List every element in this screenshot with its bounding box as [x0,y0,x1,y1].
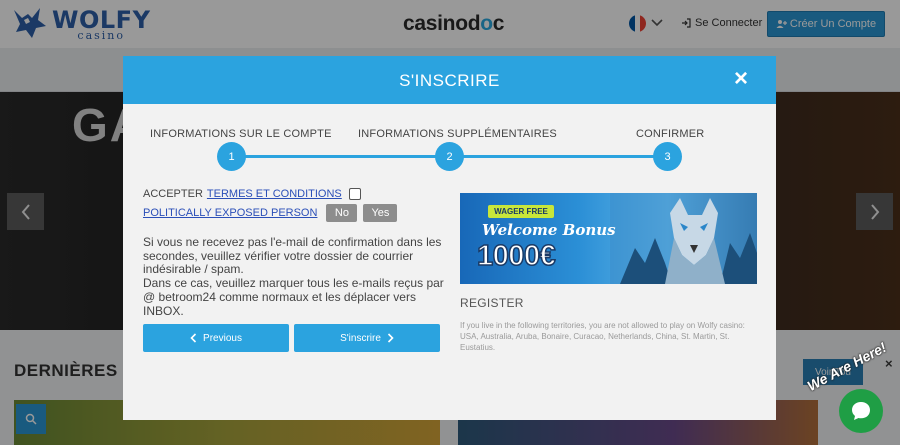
chevron-right-icon [387,333,394,343]
pep-no-button[interactable]: No [326,204,358,222]
pep-row: POLITICALLY EXPOSED PERSON No Yes [143,204,398,222]
pep-link[interactable]: POLITICALLY EXPOSED PERSON [143,207,317,219]
territory-restriction-text: If you live in the following territories… [460,321,745,352]
wager-free-badge: WAGER FREE [488,205,554,218]
chat-button[interactable] [839,389,883,433]
info-text-2: Dans ce cas, veuillez marquer tous les e… [143,276,444,318]
step-circle-2: 2 [435,142,464,171]
signup-modal: S'INSCRIRE × INFORMATIONS SUR LE COMPTE … [123,56,776,420]
terms-checkbox[interactable] [348,188,361,200]
terms-link[interactable]: TERMES ET CONDITIONS [207,188,342,200]
step-label-1: INFORMATIONS SUR LE COMPTE [150,128,332,140]
close-widget-icon[interactable]: × [885,356,893,371]
chevron-left-icon [190,333,197,343]
signup-button[interactable]: S'inscrire [294,324,440,352]
modal-title: S'INSCRIRE [399,71,500,90]
wolf-illustration [610,193,757,284]
register-heading: REGISTER [460,296,524,310]
previous-label: Previous [203,332,242,344]
terms-row: ACCEPTER TERMES ET CONDITIONS [143,188,361,200]
step-label-3: CONFIRMER [636,128,705,140]
pep-yes-button[interactable]: Yes [363,204,398,222]
chat-bubble-icon [852,402,870,420]
signup-label: S'inscrire [340,332,381,344]
step-circle-1: 1 [217,142,246,171]
step-label-2: INFORMATIONS SUPPLÉMENTAIRES [358,128,557,140]
info-text-1: Si vous ne recevez pas l'e-mail de confi… [143,235,442,277]
close-icon[interactable]: × [734,67,748,91]
step-circle-3: 3 [653,142,682,171]
confirmation-info: Si vous ne recevez pas l'e-mail de confi… [143,235,445,318]
welcome-bonus-label: Welcome Bonus [482,221,616,239]
accept-label: ACCEPTER [143,188,203,200]
previous-button[interactable]: Previous [143,324,289,352]
welcome-bonus-banner[interactable]: WAGER FREE Welcome Bonus 1000€ [460,193,757,284]
bonus-amount: 1000€ [476,239,556,273]
